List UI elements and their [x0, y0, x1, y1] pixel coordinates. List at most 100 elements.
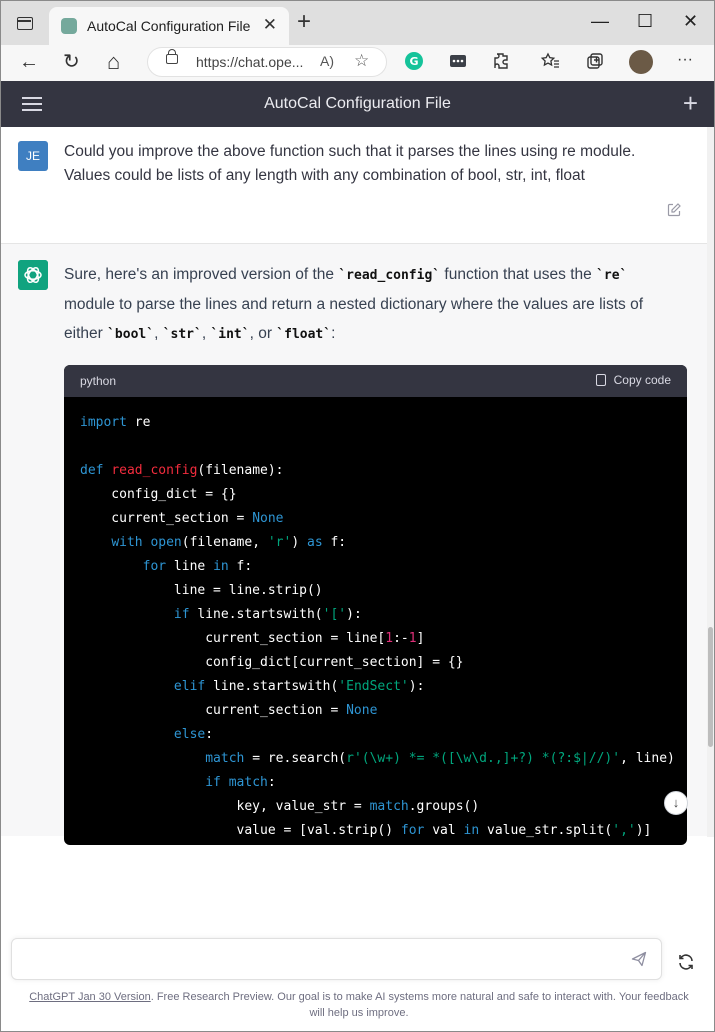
code-token-kw: in: [213, 559, 229, 574]
url-text[interactable]: https://chat.ope...: [196, 54, 303, 70]
code-language-label: python: [80, 374, 117, 388]
scroll-down-button[interactable]: ↓: [664, 791, 688, 815]
read-aloud-icon[interactable]: A): [320, 53, 334, 69]
page-scrollbar[interactable]: [707, 127, 714, 837]
inline-code-float: `float`: [276, 327, 332, 342]
settings-more-icon[interactable]: ···: [677, 48, 693, 72]
code-token-st: 'EndSect': [338, 679, 409, 694]
close-window-button[interactable]: ✕: [683, 11, 698, 32]
separator-1: ,: [154, 325, 163, 342]
code-token-kw: match: [228, 775, 268, 790]
tab-actions-icon[interactable]: [17, 17, 33, 30]
code-token: (filename,: [181, 535, 268, 550]
code-token-kw: if: [173, 607, 190, 622]
code-token: :-: [393, 631, 409, 646]
code-token-kw: as: [307, 535, 323, 550]
code-token-kw: None: [252, 511, 284, 526]
prompt-input-container: [11, 938, 662, 980]
extensions-puzzle-icon[interactable]: [492, 51, 512, 71]
new-tab-button[interactable]: +: [297, 10, 311, 34]
lock-icon[interactable]: [166, 49, 178, 64]
navigation-bar: ← ↻ ⌂ https://chat.ope... A) ☆ G ···: [1, 45, 714, 81]
code-token-kw: open: [150, 535, 182, 550]
assistant-message: Sure, here's an improved version of the …: [1, 244, 707, 845]
code-token-st: 'r': [267, 535, 292, 550]
user-message-text: Could you improve the above function suc…: [64, 143, 636, 184]
back-icon[interactable]: ←: [19, 50, 39, 74]
assistant-message-text: Sure, here's an improved version of the …: [64, 260, 674, 349]
intro-text-1: Sure, here's an improved version of the: [64, 266, 339, 283]
code-token: val: [424, 823, 464, 838]
code-token-kw: None: [346, 703, 378, 718]
send-icon[interactable]: [631, 951, 647, 967]
code-token: )]: [635, 823, 652, 838]
code-token-kw: import: [80, 415, 127, 430]
intro-text-2: function that uses the: [440, 266, 597, 283]
clipboard-icon: [595, 374, 606, 386]
intro-end: :: [331, 325, 336, 342]
favorites-icon[interactable]: [540, 51, 560, 71]
tab-title: AutoCal Configuration File: [87, 18, 251, 34]
code-token: line: [166, 559, 214, 574]
regenerate-icon[interactable]: [677, 953, 695, 971]
browser-window: AutoCal Configuration File ✕ + — ☐ ✕ ← ↻…: [0, 0, 715, 1032]
edit-icon[interactable]: [667, 203, 681, 217]
svg-text:G: G: [409, 55, 418, 68]
tab-close-icon[interactable]: ✕: [263, 15, 277, 35]
inline-code-re: `re`: [596, 268, 628, 283]
extension-icon[interactable]: [448, 51, 468, 71]
chat-title: AutoCal Configuration File: [264, 95, 451, 112]
collections-icon[interactable]: [585, 51, 605, 71]
profile-avatar[interactable]: [629, 50, 653, 74]
user-message: JE Could you improve the above function …: [1, 127, 707, 244]
code-token-nm: 1: [385, 631, 394, 646]
user-avatar: JE: [18, 141, 48, 171]
add-favorite-icon[interactable]: ☆: [354, 51, 369, 71]
home-icon[interactable]: ⌂: [107, 50, 120, 74]
inline-code-bool: `bool`: [107, 327, 155, 342]
code-token: re: [134, 415, 151, 430]
code-token-kw: match: [369, 799, 409, 814]
code-token-st: '[': [322, 607, 347, 622]
chatgpt-logo-icon: [18, 260, 48, 290]
code-content: import re def read_config(filename): con…: [64, 397, 687, 843]
copy-code-button[interactable]: Copy code: [595, 373, 671, 387]
code-token-kw: else: [173, 727, 206, 742]
grammarly-extension-icon[interactable]: G: [404, 51, 424, 71]
prompt-input[interactable]: [24, 947, 618, 973]
version-link[interactable]: ChatGPT Jan 30 Version: [29, 991, 150, 1003]
maximize-button[interactable]: ☐: [637, 11, 653, 32]
code-token-kw: match: [205, 751, 245, 766]
code-block: python Copy code import re def read_conf…: [64, 365, 687, 845]
tab-strip: AutoCal Configuration File ✕ + — ☐ ✕: [1, 1, 714, 45]
footer-disclaimer: ChatGPT Jan 30 Version. Free Research Pr…: [21, 989, 697, 1021]
address-bar[interactable]: https://chat.ope... A) ☆: [147, 47, 387, 77]
code-token-kw: if: [205, 775, 221, 790]
new-chat-icon[interactable]: +: [683, 89, 698, 117]
code-token-kw: with: [111, 535, 143, 550]
code-token: value_str.split(: [479, 823, 613, 838]
code-token: = re.search(: [244, 751, 347, 766]
minimize-button[interactable]: —: [591, 11, 609, 32]
code-token: ): [291, 535, 307, 550]
code-token-fn: read_config: [111, 463, 198, 478]
code-token-st: r'(\w+) *= *([\w\d.,]+?) *(?:$|//)': [346, 751, 621, 766]
code-token: line.startswith(: [205, 679, 339, 694]
copy-code-label: Copy code: [613, 373, 671, 387]
code-token-kw: def: [80, 463, 104, 478]
code-token-st: ',': [612, 823, 636, 838]
code-token-kw: in: [463, 823, 480, 838]
code-block-header: python Copy code: [64, 365, 687, 397]
refresh-icon[interactable]: ↻: [63, 50, 80, 74]
browser-tab[interactable]: AutoCal Configuration File ✕: [49, 7, 289, 45]
separator-3: , or: [249, 325, 277, 342]
chatgpt-favicon-icon: [61, 18, 77, 34]
inline-code-read-config: `read_config`: [338, 268, 441, 283]
scrollbar-thumb[interactable]: [708, 627, 713, 747]
code-token-kw: for: [400, 823, 425, 838]
code-token-nm: 1: [408, 631, 417, 646]
inline-code-str: `str`: [162, 327, 202, 342]
